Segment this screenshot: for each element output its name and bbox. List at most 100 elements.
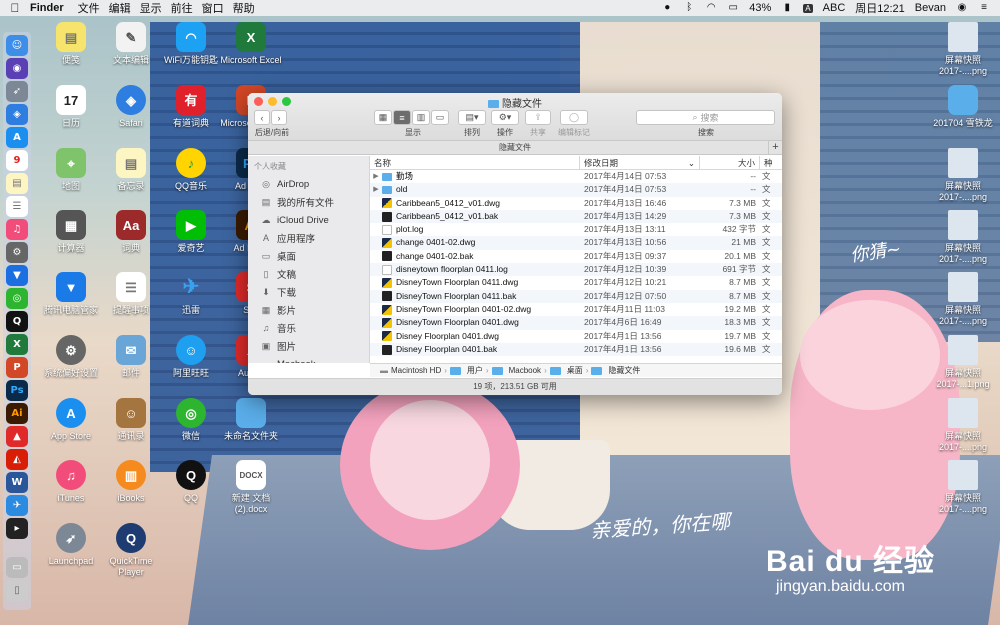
back-button[interactable]: ‹ — [254, 110, 270, 125]
column-view-button[interactable]: ▥ — [412, 110, 430, 125]
table-row[interactable]: DisneyTown Floorplan 0411.dwg 2017年4月12日 … — [370, 276, 782, 289]
path-segment[interactable]: 用户 — [467, 365, 483, 376]
desktop-icon-folder-201704[interactable]: 201704 雪铁龙 — [928, 85, 998, 129]
desktop-icon-screenshot-2[interactable]: 屏幕快照 2017-....png — [928, 148, 998, 203]
menu-user[interactable]: Bevan — [915, 2, 946, 14]
menu-edit[interactable]: 编辑 — [109, 0, 140, 16]
menu-view[interactable]: 显示 — [140, 0, 171, 16]
sidebar-item-cloud[interactable]: ☁ iCloud Drive — [248, 211, 369, 229]
path-segment[interactable]: Macintosh HD — [391, 366, 441, 375]
table-row[interactable]: change 0401-02.dwg 2017年4月13日 10:56 21 MB 文 — [370, 236, 782, 250]
path-segment[interactable]: Macbook — [509, 366, 541, 375]
input-method[interactable]: ABC — [823, 2, 846, 14]
wifi-icon[interactable]: ◠ — [705, 3, 717, 13]
search-input[interactable]: ⌕ 搜索 — [636, 110, 775, 125]
menu-help[interactable]: 帮助 — [233, 0, 264, 16]
desktop-icon-screenshot-6[interactable]: 屏幕快照 2017-....png — [928, 398, 998, 453]
siri-dock-icon[interactable]: ◉ — [6, 58, 28, 79]
desktop-icon-untitled-folder[interactable]: 未命名文件夹 — [216, 398, 286, 442]
sidebar-item-movies[interactable]: ▦ 影片 — [248, 301, 369, 319]
table-row[interactable]: Caribbean5_0412_v01.dwg 2017年4月13日 16:46 7… — [370, 197, 782, 210]
arrange-button[interactable]: ▤▾ — [458, 110, 486, 125]
path-segment[interactable]: 桌面 — [567, 365, 583, 376]
desktop-icon-screenshot-4[interactable]: 屏幕快照 2017-....png — [928, 272, 998, 327]
calendar-dock-icon[interactable]: 9 — [6, 150, 28, 171]
desktop-icon-new-docx[interactable]: DOCX 新建 文档 (2).docx — [216, 460, 286, 515]
desktop-icon-screenshot-3[interactable]: 屏幕快照 2017-....png — [928, 210, 998, 265]
icon-view-button[interactable]: ▦ — [374, 110, 392, 125]
notes-dock-icon[interactable]: ▤ — [6, 173, 28, 194]
cover-flow-button[interactable]: ▭ — [431, 110, 449, 125]
sidebar-item-music[interactable]: ♫ 音乐 — [248, 319, 369, 337]
qq-dock-icon[interactable]: Q — [6, 311, 28, 332]
siri-icon[interactable]: ◉ — [956, 3, 968, 13]
menu-go[interactable]: 前往 — [171, 0, 202, 16]
desktop-icon-screenshot-5[interactable]: 屏幕快照 2017-...1.png — [928, 335, 998, 390]
menu-file[interactable]: 文件 — [78, 0, 109, 16]
share-button[interactable]: ⇪ — [525, 110, 551, 125]
table-row[interactable]: DisneyTown Floorplan 0411.bak 2017年4月12日 … — [370, 289, 782, 303]
kind-column-header[interactable]: 种 — [760, 156, 773, 169]
illustrator-dock-icon[interactable]: Ai — [6, 403, 28, 424]
new-tab-button[interactable]: + — [768, 141, 782, 154]
sidebar-item-applications[interactable]: A 应用程序 — [248, 229, 369, 247]
airplay-icon[interactable]: ▭ — [727, 3, 739, 13]
wechat-dock-icon[interactable]: ◎ — [6, 288, 28, 309]
table-row[interactable]: ▶ 勤场 2017年4月14日 07:53 -- 文 — [370, 170, 782, 183]
table-row[interactable]: Disney Floorplan 0401.bak 2017年4月1日 13:56… — [370, 342, 782, 357]
desktop-icon-screenshot-1[interactable]: 屏幕快照 2017-....png — [928, 22, 998, 77]
desktop-icon-quicktime[interactable]: Q QuickTime Player — [96, 523, 166, 578]
sidebar-item-documents[interactable]: ▯ 文稿 — [248, 265, 369, 283]
sidebar-item-downloads[interactable]: ⬇ 下载 — [248, 283, 369, 301]
date-column-header[interactable]: 修改日期 ⌄ — [580, 156, 700, 169]
powerpoint-dock-icon[interactable]: P — [6, 357, 28, 378]
itunes-dock-icon[interactable]: ♫ — [6, 219, 28, 240]
xunlei-dock-icon[interactable]: ✈ — [6, 495, 28, 516]
menu-clock[interactable]: 周日12:21 — [855, 0, 905, 16]
table-row[interactable]: Caribbean5_0412_v01.bak 2017年4月13日 14:29 7… — [370, 209, 782, 224]
notification-center-icon[interactable]: ≡ — [978, 3, 990, 13]
disclosure-triangle-icon[interactable]: ▶ — [370, 170, 382, 183]
menu-window[interactable]: 窗口 — [202, 0, 233, 16]
acrobat-dock-icon[interactable]: ◭ — [6, 449, 28, 470]
reminders-dock-icon[interactable]: ☰ — [6, 196, 28, 217]
safari-dock-icon[interactable]: ◈ — [6, 104, 28, 125]
menu-app-name[interactable]: Finder — [30, 2, 78, 14]
forward-button[interactable]: › — [271, 110, 287, 125]
excel-dock-icon[interactable]: X — [6, 334, 28, 355]
sidebar-item-airdrop[interactable]: ◎ AirDrop — [248, 175, 369, 193]
sidebar-item-all-files[interactable]: ▤ 我的所有文件 — [248, 193, 369, 211]
trash-dock-icon[interactable]: ▯ — [6, 580, 28, 601]
word-dock-icon[interactable]: W — [6, 472, 28, 493]
size-column-header[interactable]: 大小 — [700, 156, 760, 169]
autocad-dock-icon[interactable]: ▲ — [6, 426, 28, 447]
qq-status-icon[interactable]: ● — [661, 3, 673, 13]
desktop-icon-screenshot-7[interactable]: 屏幕快照 2017-....png — [928, 460, 998, 515]
tab-title[interactable]: 隐藏文件 — [499, 143, 531, 152]
battery-icon[interactable]: ▮ — [781, 3, 793, 13]
bluetooth-icon[interactable]: ᛒ — [683, 3, 695, 13]
path-segment[interactable]: 隐藏文件 — [608, 365, 640, 376]
security-dock-icon[interactable]: ▼ — [6, 265, 28, 286]
disclosure-triangle-icon[interactable]: ▶ — [370, 183, 382, 196]
table-row[interactable]: DisneyTown Floorplan 0401.dwg 2017年4月6日 1… — [370, 316, 782, 330]
app-store-dock-icon[interactable]: A — [6, 127, 28, 148]
edit-tags-button[interactable]: ◯ — [560, 110, 588, 125]
sidebar-item-disk[interactable]: ▬ Macbook — [248, 355, 369, 364]
system-preferences-dock-icon[interactable]: ⚙ — [6, 242, 28, 263]
list-view-button[interactable]: ≡ — [393, 110, 411, 125]
desktop-icon-excel[interactable]: X Microsoft Excel — [216, 22, 286, 66]
action-gear-button[interactable]: ⚙▾ — [491, 110, 519, 125]
sidebar-item-pictures[interactable]: ▣ 图片 — [248, 337, 369, 355]
table-row[interactable]: DisneyTown Floorplan 0401-02.dwg 2017年4月1… — [370, 303, 782, 316]
table-row[interactable]: Disney Floorplan 0401.dwg 2017年4月1日 13:56… — [370, 330, 782, 343]
apple-menu-icon[interactable]:  — [0, 1, 30, 15]
terminal-dock-icon[interactable]: ▸ — [6, 518, 28, 539]
finder-dock-icon[interactable]: ☺ — [6, 35, 28, 56]
name-column-header[interactable]: 名称 — [370, 156, 580, 169]
table-row[interactable]: plot.log 2017年4月13日 13:11 432 字节文 — [370, 223, 782, 236]
battery-percent[interactable]: 43% — [749, 2, 771, 14]
table-row[interactable]: change 0401-02.bak 2017年4月13日 09:37 20.1 M… — [370, 250, 782, 263]
photoshop-dock-icon[interactable]: Ps — [6, 380, 28, 401]
table-row[interactable]: ▶ old 2017年4月14日 07:53 -- 文 — [370, 183, 782, 197]
